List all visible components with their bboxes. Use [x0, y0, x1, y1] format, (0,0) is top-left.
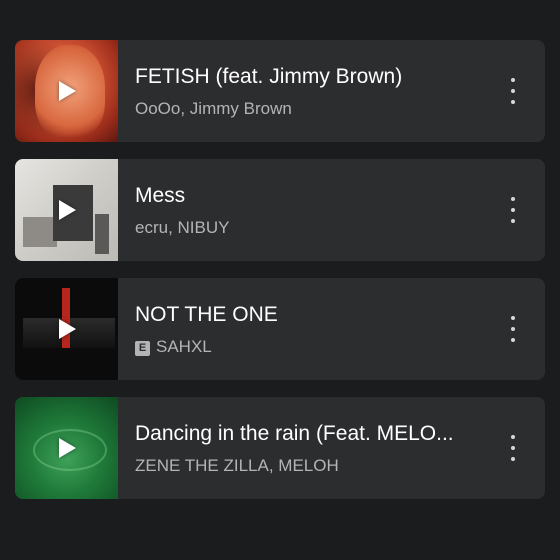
track-title: NOT THE ONE	[135, 303, 278, 326]
track-info[interactable]: NOT THE ONE E SAHXL	[135, 278, 490, 380]
more-vert-icon[interactable]	[503, 316, 523, 342]
track-title: FETISH (feat. Jimmy Brown)	[135, 65, 403, 88]
more-vert-icon[interactable]	[503, 78, 523, 104]
track-row[interactable]: FETISH (feat. Jimmy Brown) OoOo, Jimmy B…	[15, 40, 545, 142]
track-artists: OoOo, Jimmy Brown	[135, 99, 292, 118]
album-thumbnail[interactable]	[15, 397, 118, 499]
more-vert-icon[interactable]	[503, 435, 523, 461]
album-thumbnail[interactable]	[15, 278, 118, 380]
explicit-badge: E	[135, 341, 150, 356]
play-icon[interactable]	[59, 81, 76, 101]
track-title: Mess	[135, 184, 186, 207]
track-artists: ecru, NIBUY	[135, 218, 230, 237]
album-thumbnail[interactable]	[15, 40, 118, 142]
track-row[interactable]: Dancing in the rain (Feat. MELO... ZENE …	[15, 397, 545, 499]
track-artists: ZENE THE ZILLA, MELOH	[135, 456, 339, 475]
track-row[interactable]: NOT THE ONE E SAHXL	[15, 278, 545, 380]
more-vert-icon[interactable]	[503, 197, 523, 223]
track-info[interactable]: Dancing in the rain (Feat. MELO... ZENE …	[135, 397, 490, 499]
track-title: Dancing in the rain (Feat. MELO...	[135, 422, 454, 445]
play-icon[interactable]	[59, 319, 76, 339]
play-icon[interactable]	[59, 200, 76, 220]
track-row[interactable]: Mess ecru, NIBUY	[15, 159, 545, 261]
play-icon[interactable]	[59, 438, 76, 458]
track-info[interactable]: FETISH (feat. Jimmy Brown) OoOo, Jimmy B…	[135, 40, 490, 142]
track-info[interactable]: Mess ecru, NIBUY	[135, 159, 490, 261]
track-artists: E SAHXL	[135, 337, 490, 357]
album-thumbnail[interactable]	[15, 159, 118, 261]
